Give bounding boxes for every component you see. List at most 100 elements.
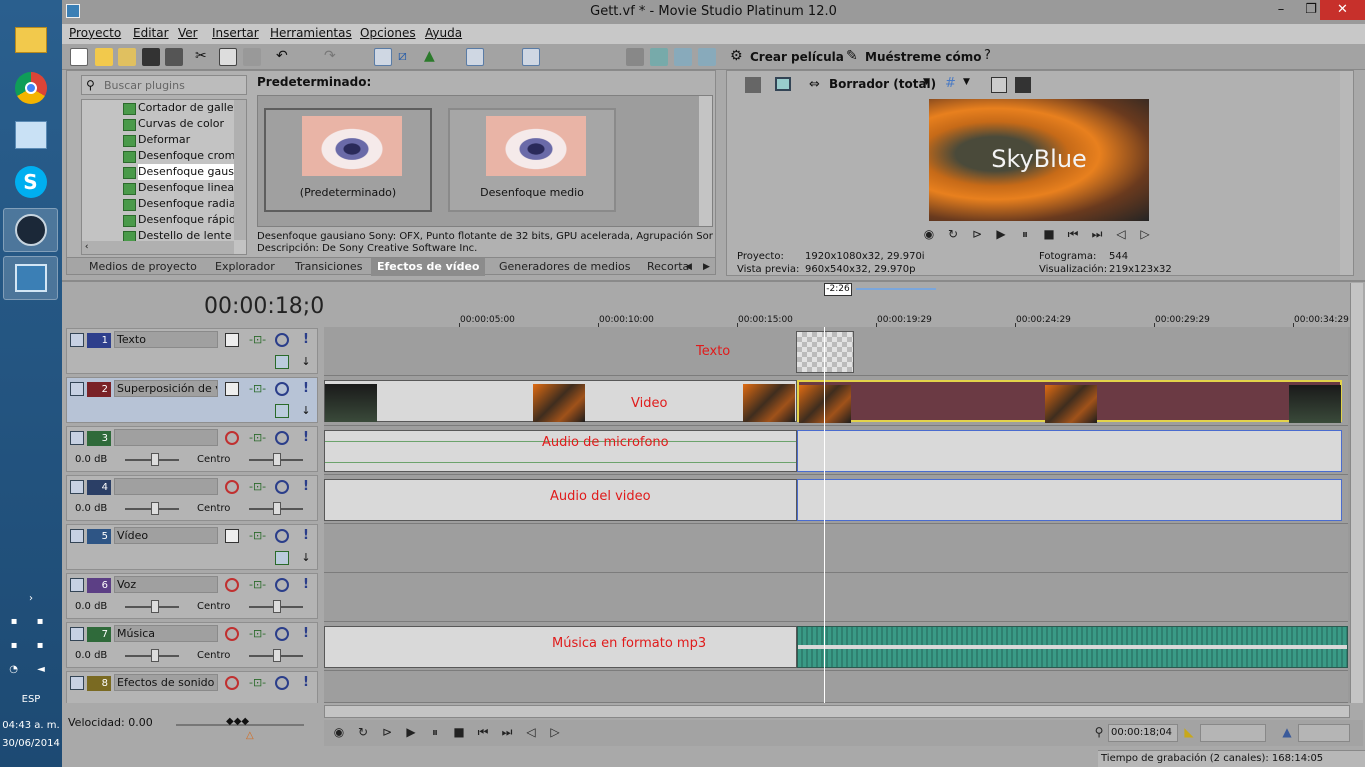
selection-tool-icon[interactable] — [570, 48, 588, 66]
new-project-icon[interactable] — [70, 48, 88, 66]
track-minimize-icon[interactable] — [70, 676, 84, 690]
open-icon[interactable] — [118, 48, 136, 66]
track-fx-icon[interactable]: -⊡- — [249, 431, 266, 445]
play-icon[interactable]: ▶ — [404, 725, 418, 739]
arm-record-icon[interactable] — [225, 431, 239, 445]
mute-icon[interactable] — [275, 627, 289, 641]
pause-icon[interactable]: ⏸ — [428, 725, 442, 739]
pan-slider-thumb[interactable] — [273, 502, 281, 515]
plugin-item[interactable]: Desenfoque croma — [122, 148, 242, 164]
go-to-start-icon[interactable]: ⏮ — [476, 725, 490, 739]
track-header[interactable]: 6 Voz -⊡-! 0.0 dB Centro — [66, 573, 318, 619]
cut-icon[interactable]: ✂ — [195, 48, 213, 66]
splitter[interactable] — [62, 280, 1365, 282]
lane-efectos[interactable] — [324, 671, 1348, 703]
track-header[interactable]: 8 Efectos de sonido -⊡-! — [66, 671, 318, 703]
make-movie-icon[interactable]: ⚙ — [730, 48, 748, 66]
video-clip-2[interactable] — [797, 380, 1342, 423]
pan-slider-thumb[interactable] — [273, 453, 281, 466]
movie-studio-icon[interactable] — [3, 256, 58, 300]
lane-video[interactable] — [324, 524, 1348, 573]
track-name[interactable]: Superposición de v... — [114, 380, 218, 397]
plugin-item[interactable]: Desenfoque radial — [123, 196, 239, 212]
track-header[interactable]: 3 -⊡-! 0.0 dB Centro — [66, 426, 318, 472]
track-name[interactable]: Texto — [114, 331, 218, 348]
previous-frame-icon[interactable]: ◁ — [1114, 227, 1128, 241]
track-header[interactable]: 4 -⊡-! 0.0 dB Centro — [66, 475, 318, 521]
track-minimize-icon[interactable] — [70, 627, 84, 641]
chevron-down-icon[interactable]: ▼ — [923, 77, 930, 87]
go-to-end-icon[interactable]: ⏭ — [500, 725, 514, 739]
cursor-icon[interactable]: ▲ — [424, 48, 442, 66]
text-clip[interactable] — [796, 331, 854, 373]
play-from-start-icon[interactable]: ⊳ — [380, 725, 394, 739]
control-panel-icon[interactable] — [3, 113, 58, 157]
solo-icon[interactable]: ! — [299, 529, 313, 543]
split-icon[interactable] — [626, 48, 644, 66]
file-explorer-icon[interactable] — [3, 18, 58, 62]
make-compositing-child-icon[interactable]: ↓ — [299, 404, 313, 418]
preset-medium[interactable]: Desenfoque medio — [448, 108, 616, 212]
mute-icon[interactable] — [275, 578, 289, 592]
presets-scrollbar[interactable] — [699, 96, 712, 226]
solo-icon[interactable]: ! — [299, 676, 313, 690]
trim-icon[interactable] — [650, 48, 668, 66]
app-icon[interactable] — [66, 4, 80, 18]
pan-slider-thumb[interactable] — [273, 600, 281, 613]
selection-length[interactable] — [1200, 724, 1266, 742]
lane-musica[interactable]: Música en formato mp3 — [324, 622, 1348, 671]
track-motion-icon[interactable] — [275, 551, 289, 565]
plugin-item[interactable]: Desenfoque rápido — [123, 212, 243, 228]
preview-properties-icon[interactable] — [745, 77, 761, 93]
external-monitor-icon[interactable] — [775, 77, 791, 91]
menu-insertar[interactable]: Insertar — [212, 26, 259, 40]
lock-envelopes-icon[interactable] — [466, 48, 484, 66]
tab-media-generators[interactable]: Generadores de medios — [499, 258, 631, 276]
split-screen-icon[interactable]: ⇔ — [809, 77, 820, 92]
volume-slider-thumb[interactable] — [151, 502, 159, 515]
lane-audio-mic[interactable]: Audio de microfono — [324, 426, 1348, 475]
save-snapshot-icon[interactable] — [1015, 77, 1031, 93]
cursor-position[interactable]: 00:00:18;04 — [1108, 724, 1178, 742]
solo-icon[interactable]: ! — [299, 431, 313, 445]
video-clip-1[interactable] — [324, 380, 797, 422]
compositing-mode-icon[interactable] — [225, 529, 239, 543]
track-fx-icon[interactable]: -⊡- — [249, 578, 266, 592]
plugin-item[interactable]: Desenfoque lineal — [122, 180, 237, 196]
audio-clip-mic-2[interactable] — [797, 430, 1342, 472]
previous-frame-icon[interactable]: ◁ — [524, 725, 538, 739]
solo-icon[interactable]: ! — [299, 480, 313, 494]
lane-superposicion[interactable]: Video — [324, 376, 1348, 426]
solo-icon[interactable]: ! — [299, 627, 313, 641]
undo-icon[interactable]: ↶ — [276, 48, 294, 66]
track-minimize-icon[interactable] — [70, 382, 84, 396]
render-icon[interactable] — [165, 48, 183, 66]
auto-ripple-icon[interactable] — [374, 48, 392, 66]
tab-explorer[interactable]: Explorador — [215, 258, 275, 276]
normal-edit-tool-icon[interactable] — [522, 48, 540, 66]
track-minimize-icon[interactable] — [70, 480, 84, 494]
arm-record-icon[interactable] — [225, 480, 239, 494]
playhead-line[interactable] — [824, 327, 825, 703]
track-name[interactable]: Efectos de sonido — [114, 674, 218, 691]
copy-icon[interactable] — [219, 48, 237, 66]
tray-icons-2[interactable]: ▪ ▪ — [0, 640, 62, 651]
make-compositing-child-icon[interactable]: ↓ — [299, 355, 313, 369]
copy-snapshot-icon[interactable] — [991, 77, 1007, 93]
mute-icon[interactable] — [275, 333, 289, 347]
refresh-icon[interactable]: ↻ — [356, 725, 370, 739]
trim-end-icon[interactable] — [698, 48, 716, 66]
next-frame-icon[interactable]: ▷ — [548, 725, 562, 739]
velocity-thumb-icon[interactable]: ◆◆◆ — [226, 716, 249, 727]
chevron-down-icon[interactable]: ▼ — [963, 77, 970, 87]
solo-icon[interactable]: ! — [299, 382, 313, 396]
menu-proyecto[interactable]: Proyecto — [69, 26, 121, 40]
language-indicator[interactable]: ESP — [0, 694, 62, 705]
solo-icon[interactable]: ! — [299, 578, 313, 592]
minimize-icon[interactable]: – — [1266, 0, 1296, 20]
tab-transitions[interactable]: Transiciones — [295, 258, 362, 276]
skype-icon[interactable]: S — [3, 160, 58, 204]
track-fx-icon[interactable]: -⊡- — [249, 333, 266, 347]
refresh-icon[interactable]: ↻ — [946, 227, 960, 241]
mute-icon[interactable] — [275, 676, 289, 690]
